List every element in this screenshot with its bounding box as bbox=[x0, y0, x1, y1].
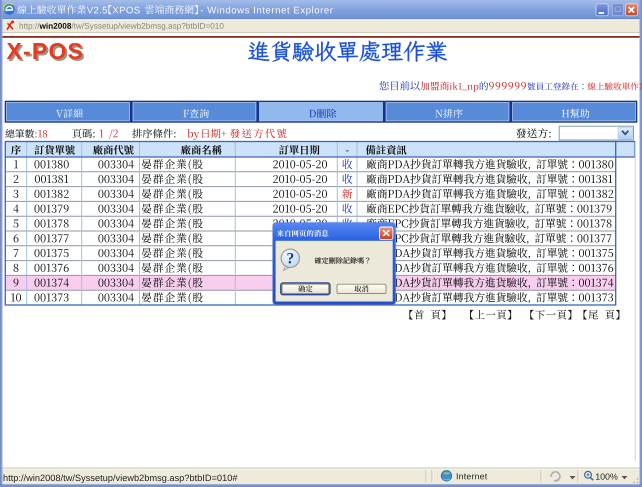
svg-text:X-POS: X-POS bbox=[7, 38, 85, 64]
svg-text:?: ? bbox=[287, 251, 295, 268]
